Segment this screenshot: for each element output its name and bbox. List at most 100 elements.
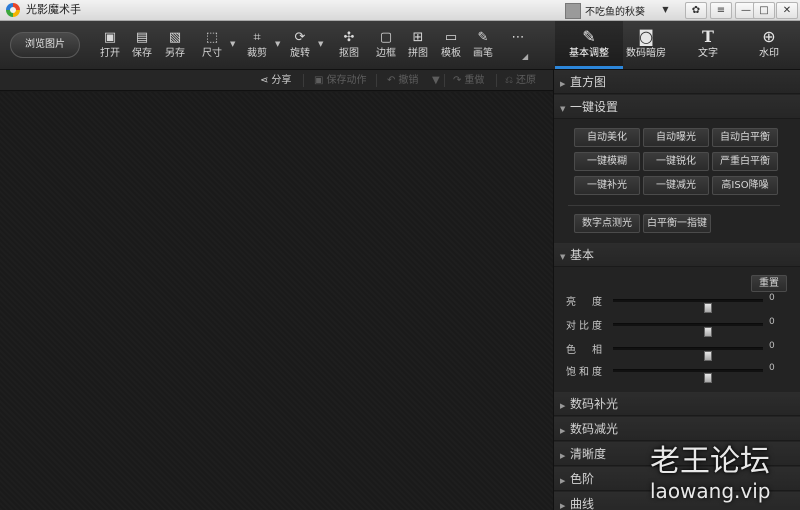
auto-white-balance-button[interactable]: 自动白平衡 xyxy=(712,128,778,147)
slider-value: 0 xyxy=(769,363,775,373)
divider xyxy=(496,74,497,87)
chevron-down-icon: ▼ xyxy=(560,105,566,113)
section-histogram[interactable]: ▶ 直方图 xyxy=(554,70,800,94)
open-button[interactable]: ▣ 打开 xyxy=(93,29,127,65)
one-click-blur-button[interactable]: 一键模糊 xyxy=(574,152,640,171)
tab-watermark[interactable]: ⊕ 水印 xyxy=(735,21,800,69)
one-click-sharpen-button[interactable]: 一键锐化 xyxy=(643,152,709,171)
user-avatar xyxy=(565,2,581,19)
chevron-right-icon: ▶ xyxy=(560,502,566,510)
divider xyxy=(376,74,377,87)
chevron-right-icon: ▶ xyxy=(560,452,566,460)
open-icon: ▣ xyxy=(103,30,117,45)
template-icon: ▭ xyxy=(444,30,458,45)
slider-label: 亮 度 xyxy=(566,297,605,308)
brightness-slider[interactable] xyxy=(613,299,763,313)
save-as-icon: ▧ xyxy=(168,30,182,45)
slider-handle[interactable] xyxy=(704,351,712,361)
crop-button[interactable]: ⌗ 裁剪 xyxy=(240,29,274,65)
crop-icon: ⌗ xyxy=(253,30,261,45)
saturation-slider-row: 饱和度 0 xyxy=(566,362,781,383)
cutout-icon: ✣ xyxy=(343,30,355,45)
section-fill-light[interactable]: ▶ 数码补光 xyxy=(554,392,800,416)
slider-handle[interactable] xyxy=(704,327,712,337)
crop-dropdown-icon[interactable]: ▼ xyxy=(275,40,283,48)
restore-button[interactable]: ⎌ 还原 xyxy=(505,73,536,88)
redo-button[interactable]: ↷ 重做 xyxy=(453,73,484,88)
severe-white-balance-button[interactable]: 严重白平衡 xyxy=(712,152,778,171)
section-basic[interactable]: ▼ 基本 xyxy=(554,243,800,267)
save-button[interactable]: ▤ 保存 xyxy=(125,29,159,65)
auto-beautify-button[interactable]: 自动美化 xyxy=(574,128,640,147)
frame-icon: ▢ xyxy=(379,30,393,45)
chevron-right-icon: ▶ xyxy=(560,427,566,435)
chevron-down-icon: ▼ xyxy=(560,253,566,261)
contrast-slider[interactable] xyxy=(613,323,763,337)
menu-icon[interactable]: ≡ xyxy=(710,2,732,19)
brush-icon: ✎ xyxy=(477,30,489,45)
camera-icon: ◙ xyxy=(638,27,654,46)
spot-metering-button[interactable]: 数字点测光 xyxy=(574,214,640,233)
saturation-slider[interactable] xyxy=(613,369,763,383)
chevron-right-icon: ▶ xyxy=(560,477,566,485)
title-bar: 光影魔术手 不吃鱼的秋葵 ▼ ✿ ≡ — □ ✕ xyxy=(0,0,800,21)
chevron-right-icon: ▶ xyxy=(560,80,566,88)
watermark-text: 老王论坛 xyxy=(650,444,770,479)
section-one-click[interactable]: ▼ 一键设置 xyxy=(554,95,800,119)
divider xyxy=(568,205,780,206)
slider-label: 饱和度 xyxy=(566,367,605,378)
reduce-light-button[interactable]: 一键减光 xyxy=(643,176,709,195)
tab-text[interactable]: T 文字 xyxy=(674,21,742,69)
rotate-dropdown-icon[interactable]: ▼ xyxy=(318,40,326,48)
app-title: 光影魔术手 xyxy=(26,3,81,16)
white-balance-picker-button[interactable]: 白平衡一指键 xyxy=(643,214,711,233)
frame-button[interactable]: ▢ 边框 xyxy=(369,29,403,65)
template-button[interactable]: ▭ 模板 xyxy=(434,29,468,65)
reset-button[interactable]: 重置 xyxy=(751,275,787,292)
secondary-toolbar: ⋖ 分享 ▣ 保存动作 ↶ 撤销 ▼ ↷ 重做 ⎌ 还原 xyxy=(0,70,553,91)
cutout-button[interactable]: ✣ 抠图 xyxy=(332,29,366,65)
hue-slider-row: 色 相 0 xyxy=(566,340,781,361)
tab-digital-darkroom[interactable]: ◙ 数码暗房 xyxy=(612,21,680,69)
share-icon: ⋖ xyxy=(260,75,269,86)
user-name: 不吃鱼的秋葵 xyxy=(585,7,645,18)
divider xyxy=(444,74,445,87)
slider-handle[interactable] xyxy=(704,373,712,383)
hue-slider[interactable] xyxy=(613,347,763,361)
action-icon: ▣ xyxy=(314,75,324,86)
maximize-icon[interactable]: □ xyxy=(753,2,775,19)
undo-button[interactable]: ↶ 撤销 xyxy=(387,73,418,88)
chevron-down-icon[interactable]: ▼ xyxy=(660,4,671,16)
share-button[interactable]: ⋖ 分享 xyxy=(260,73,291,88)
resize-button[interactable]: ⬚ 尺寸 xyxy=(195,29,229,65)
collage-button[interactable]: ⊞ 拼图 xyxy=(401,29,435,65)
more-button[interactable]: ⋯ xyxy=(501,29,535,65)
redo-icon: ↷ xyxy=(453,75,462,86)
main-toolbar: 浏览图片 ▣ 打开 ▤ 保存 ▧ 另存 ⬚ 尺寸 ▼ ⌗ 裁剪 ▼ ⟳ 旋转 ▼ ✣ 抠图 ▢… xyxy=(0,21,800,70)
expand-corner-icon[interactable]: ◢ xyxy=(522,52,528,61)
image-canvas[interactable] xyxy=(0,92,553,510)
auto-exposure-button[interactable]: 自动曝光 xyxy=(643,128,709,147)
contrast-slider-row: 对比度 0 xyxy=(566,316,781,337)
resize-icon: ⬚ xyxy=(205,30,219,45)
watermark-icon: ⊕ xyxy=(762,27,776,46)
fill-light-button[interactable]: 一键补光 xyxy=(574,176,640,195)
slider-handle[interactable] xyxy=(704,303,712,313)
undo-icon: ↶ xyxy=(387,75,396,86)
iso-denoise-button[interactable]: 高ISO降噪 xyxy=(712,176,778,195)
slider-value: 0 xyxy=(769,341,775,351)
resize-dropdown-icon[interactable]: ▼ xyxy=(230,40,238,48)
brush-button[interactable]: ✎ 画笔 xyxy=(466,29,500,65)
restore-icon: ⎌ xyxy=(505,75,513,86)
save-as-button[interactable]: ▧ 另存 xyxy=(158,29,192,65)
browse-images-button[interactable]: 浏览图片 xyxy=(10,32,80,58)
user-account[interactable]: 不吃鱼的秋葵 xyxy=(565,2,670,19)
chevron-right-icon: ▶ xyxy=(560,402,566,410)
paw-icon[interactable]: ✿ xyxy=(685,2,707,19)
slider-value: 0 xyxy=(769,293,775,303)
close-icon[interactable]: ✕ xyxy=(776,2,798,19)
undo-dropdown-icon[interactable]: ▼ xyxy=(432,73,440,88)
rotate-button[interactable]: ⟳ 旋转 xyxy=(283,29,317,65)
divider xyxy=(303,74,304,87)
save-action-button[interactable]: ▣ 保存动作 xyxy=(314,73,366,88)
